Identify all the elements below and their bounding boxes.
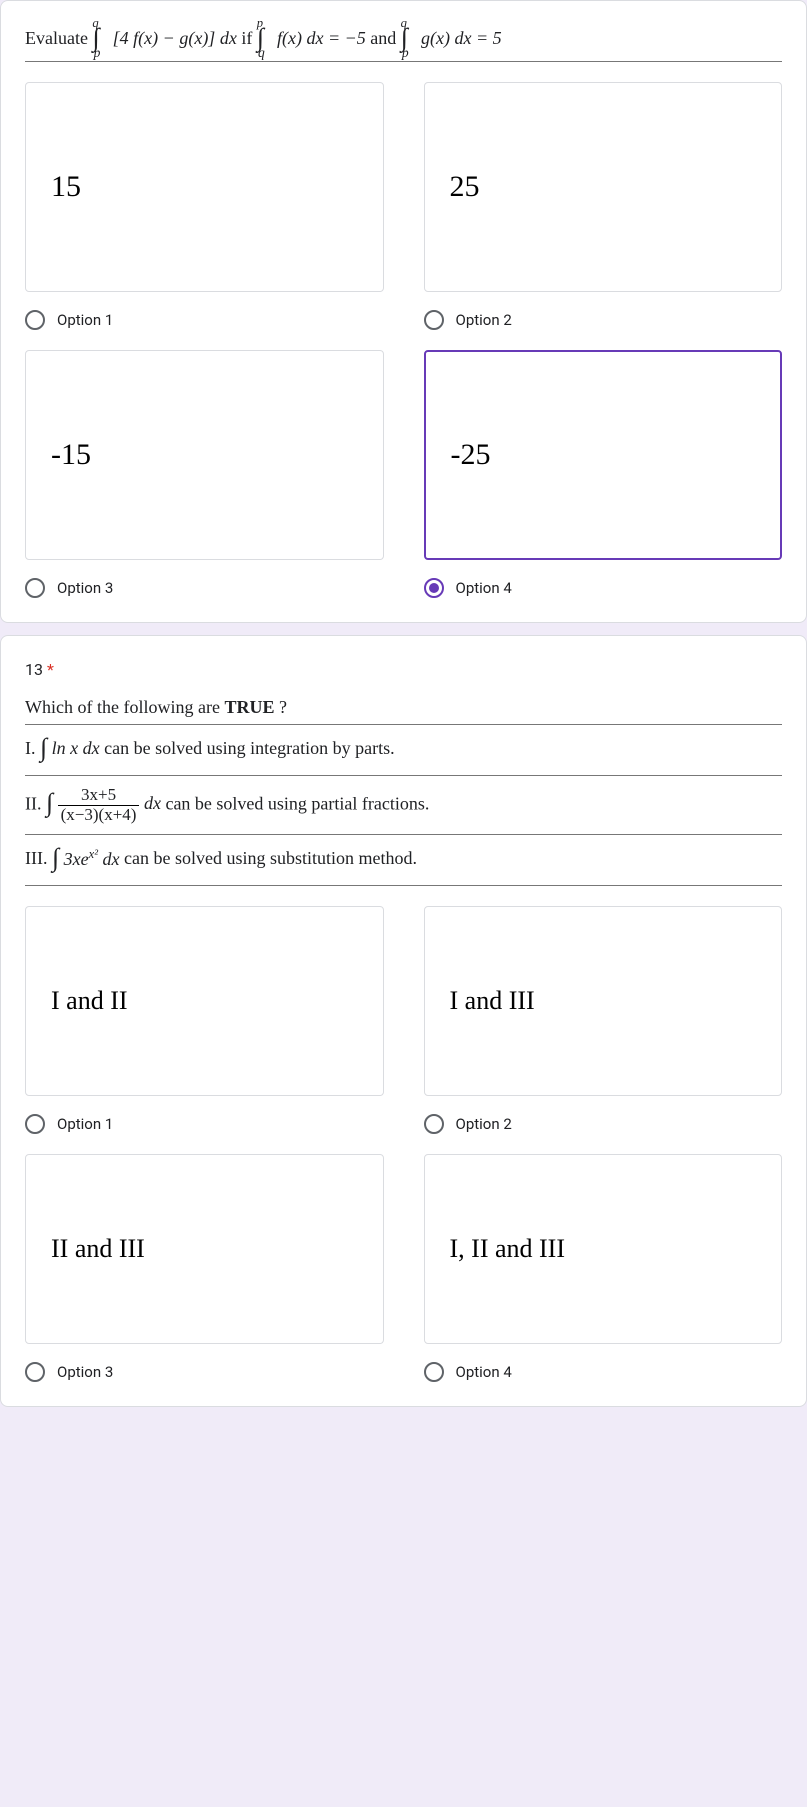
frac-num: 3x+5 — [58, 786, 140, 806]
radio-icon — [25, 578, 45, 598]
s1-suffix: can be solved using integration by parts… — [104, 738, 394, 758]
radio-13-1[interactable]: Option 1 — [25, 1114, 384, 1134]
option-value: 15 — [51, 170, 81, 204]
radio-icon — [424, 1114, 444, 1134]
radio-label: Option 1 — [57, 311, 113, 329]
options-grid-12: 15 Option 1 25 Option 2 -15 Optio — [25, 82, 782, 598]
radio-12-2[interactable]: Option 2 — [424, 310, 783, 330]
s3-suffix: can be solved using substitution method. — [124, 849, 417, 869]
condition-2: ∫pqg(x) dx = 5 — [401, 28, 502, 48]
option-cell-13-3: II and III Option 3 — [25, 1154, 384, 1382]
option-cell-12-4: -25 Option 4 — [424, 350, 783, 598]
integral-expression: ∫pq[4 f(x) − g(x)] dx — [92, 28, 241, 48]
option-value: I and III — [450, 986, 535, 1016]
s2-suffix: can be solved using partial fractions. — [165, 793, 429, 813]
option-value: -15 — [51, 438, 91, 472]
options-grid-13: I and II Option 1 I and III Option 2 II … — [25, 906, 782, 1382]
option-cell-12-1: 15 Option 1 — [25, 82, 384, 330]
radio-icon — [25, 310, 45, 330]
option-box-12-1[interactable]: 15 — [25, 82, 384, 292]
option-value: I, II and III — [450, 1234, 566, 1264]
radio-label: Option 2 — [456, 311, 512, 329]
radio-12-4[interactable]: Option 4 — [424, 578, 783, 598]
s3-integral: ∫ 3xex² dx — [52, 849, 120, 869]
radio-label: Option 4 — [456, 579, 512, 597]
statement-1: I. ∫ ln x dx can be solved using integra… — [25, 725, 782, 775]
s2-integral: ∫ 3x+5 (x−3)(x+4) dx — [46, 793, 165, 813]
radio-label: Option 1 — [57, 1115, 113, 1133]
option-cell-13-1: I and II Option 1 — [25, 906, 384, 1134]
radio-12-1[interactable]: Option 1 — [25, 310, 384, 330]
statement-3: III. ∫ 3xex² dx can be solved using subs… — [25, 835, 782, 885]
option-box-13-4[interactable]: I, II and III — [424, 1154, 783, 1344]
option-cell-12-3: -15 Option 3 — [25, 350, 384, 598]
option-value: -25 — [451, 438, 491, 472]
divider — [25, 885, 782, 886]
radio-icon — [424, 1362, 444, 1382]
prompt-if: if — [241, 28, 257, 48]
option-cell-13-4: I, II and III Option 4 — [424, 1154, 783, 1382]
question-card-12: Evaluate ∫pq[4 f(x) − g(x)] dx if ∫qpf(x… — [0, 0, 807, 623]
radio-icon — [424, 310, 444, 330]
radio-label: Option 4 — [456, 1363, 512, 1381]
radio-label: Option 3 — [57, 579, 113, 597]
option-box-12-4[interactable]: -25 — [424, 350, 783, 560]
frac-den: (x−3)(x+4) — [58, 806, 140, 825]
question-13-prompt: Which of the following are TRUE ? — [25, 697, 782, 724]
radio-13-2[interactable]: Option 2 — [424, 1114, 783, 1134]
option-cell-13-2: I and III Option 2 — [424, 906, 783, 1134]
radio-label: Option 2 — [456, 1115, 512, 1133]
option-value: II and III — [51, 1234, 145, 1264]
option-value: 25 — [450, 170, 480, 204]
radio-13-3[interactable]: Option 3 — [25, 1362, 384, 1382]
radio-icon — [424, 578, 444, 598]
option-value: I and II — [51, 986, 128, 1016]
prompt-text: Which of the following are TRUE ? — [25, 697, 287, 717]
radio-icon — [25, 1362, 45, 1382]
question-number: 13 * — [25, 660, 782, 679]
radio-label: Option 3 — [57, 1363, 113, 1381]
option-box-12-3[interactable]: -15 — [25, 350, 384, 560]
radio-13-4[interactable]: Option 4 — [424, 1362, 783, 1382]
option-cell-12-2: 25 Option 2 — [424, 82, 783, 330]
s3-prefix: III. — [25, 849, 52, 869]
option-box-13-1[interactable]: I and II — [25, 906, 384, 1096]
option-box-12-2[interactable]: 25 — [424, 82, 783, 292]
question-card-13: 13 * Which of the following are TRUE ? I… — [0, 635, 807, 1407]
option-box-13-2[interactable]: I and III — [424, 906, 783, 1096]
option-box-13-3[interactable]: II and III — [25, 1154, 384, 1344]
condition-1: ∫qpf(x) dx = −5 — [257, 28, 370, 48]
radio-12-3[interactable]: Option 3 — [25, 578, 384, 598]
divider — [25, 61, 782, 62]
radio-icon — [25, 1114, 45, 1134]
question-12-prompt: Evaluate ∫pq[4 f(x) − g(x)] dx if ∫qpf(x… — [25, 25, 782, 61]
s1-prefix: I. — [25, 738, 40, 758]
qnum-text: 13 — [25, 660, 43, 679]
s1-integral: ∫ ln x dx — [40, 738, 100, 758]
prompt-and: and — [370, 28, 401, 48]
statement-2: II. ∫ 3x+5 (x−3)(x+4) dx can be solved u… — [25, 776, 782, 834]
s2-prefix: II. — [25, 793, 46, 813]
prompt-text: Evaluate — [25, 28, 92, 48]
required-marker: * — [47, 660, 54, 679]
